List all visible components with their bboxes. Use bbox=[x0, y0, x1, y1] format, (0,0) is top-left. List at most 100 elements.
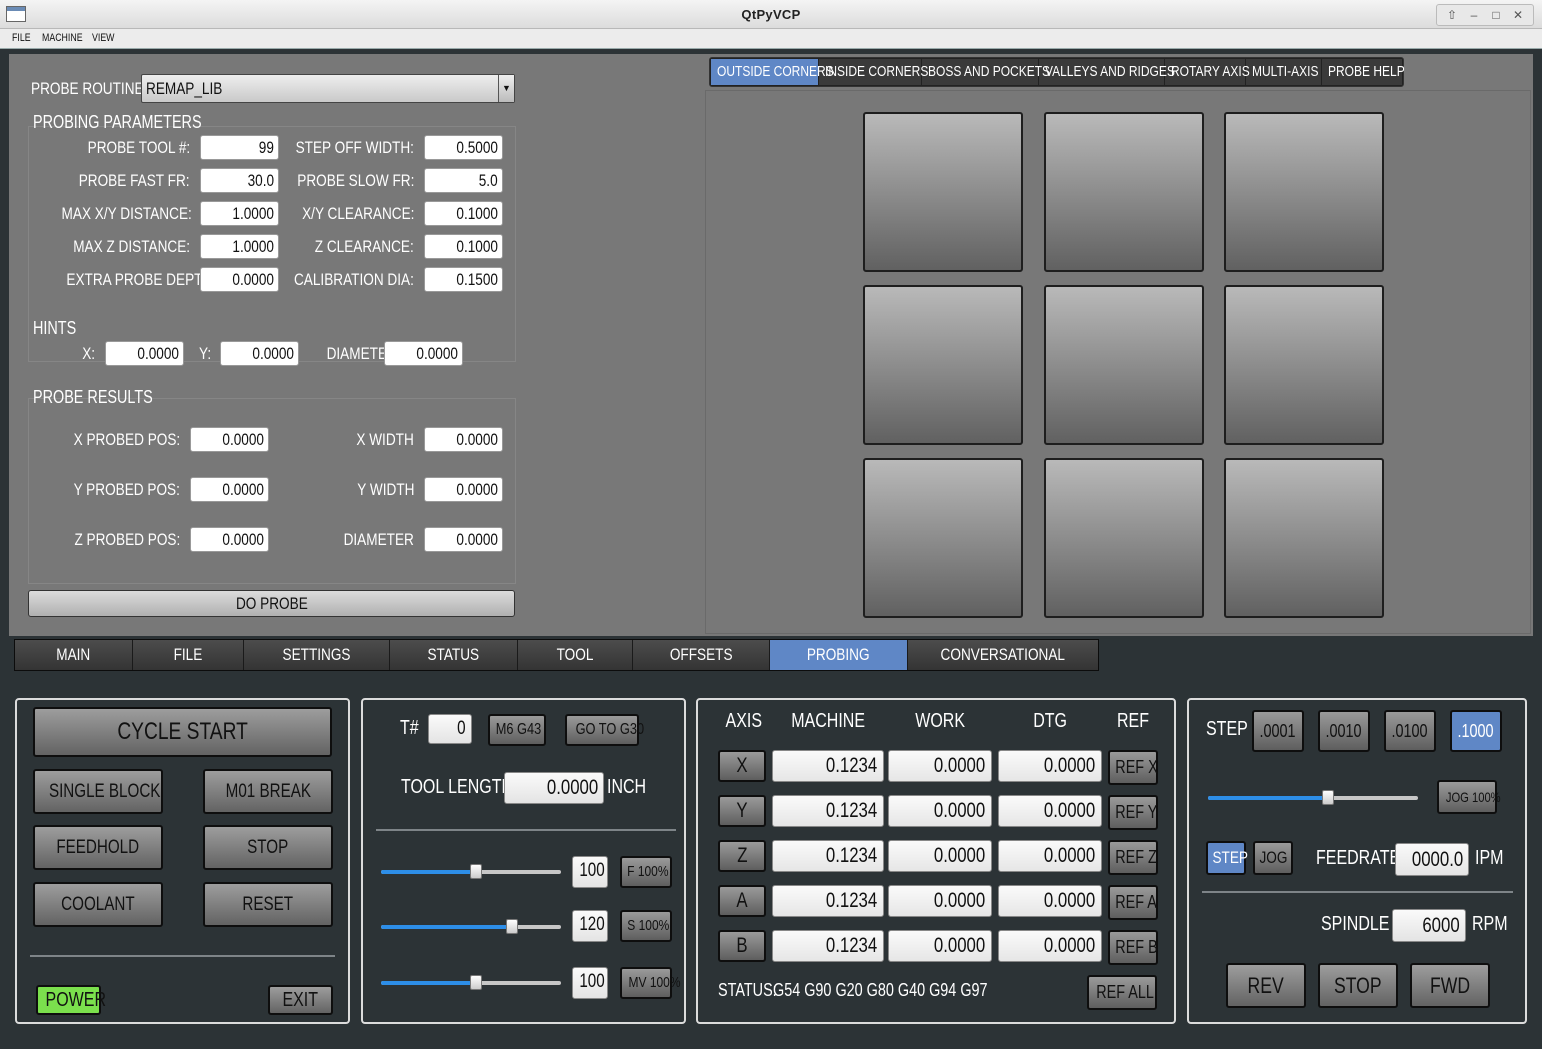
spindle-fwd-button[interactable]: FWD bbox=[1410, 963, 1490, 1008]
tab-rotary-axis[interactable]: ROTARY AXIS bbox=[1165, 59, 1250, 85]
tab-probing[interactable]: PROBING bbox=[770, 640, 908, 670]
step-off-width-field[interactable]: 0.5000 bbox=[424, 135, 503, 160]
probe-corner-button[interactable] bbox=[1224, 285, 1384, 445]
tab-file[interactable]: FILE bbox=[133, 640, 244, 670]
step-0100-button[interactable]: .0100 bbox=[1384, 710, 1436, 752]
slider-handle[interactable] bbox=[506, 919, 519, 934]
probe-corner-button[interactable] bbox=[1044, 285, 1204, 445]
tab-valleys-and-ridges[interactable]: VALLEYS AND RIDGES bbox=[1039, 59, 1175, 85]
probe-routine-select[interactable]: REMAP_LIB ▼ bbox=[141, 74, 515, 103]
jog-rate-slider[interactable] bbox=[1208, 790, 1418, 805]
mode-step-button[interactable]: STEP bbox=[1206, 841, 1248, 875]
work-b-value[interactable]: 0.0000 bbox=[888, 930, 992, 962]
maximize-icon[interactable]: □ bbox=[1485, 6, 1507, 24]
feedrate-unit: IPM bbox=[1475, 847, 1504, 869]
probe-corner-button[interactable] bbox=[863, 458, 1023, 618]
work-y-value[interactable]: 0.0000 bbox=[888, 795, 992, 827]
probe-corner-button[interactable] bbox=[863, 285, 1023, 445]
step-0001-button[interactable]: .0001 bbox=[1252, 710, 1304, 752]
ref-z-button[interactable]: REF Z bbox=[1108, 840, 1158, 875]
menu-machine[interactable]: MACHINE bbox=[42, 32, 83, 44]
feedrate-field[interactable]: 0000.0 bbox=[1395, 843, 1469, 876]
mode-jog-button[interactable]: JOG bbox=[1253, 841, 1293, 875]
result-label: X WIDTH bbox=[356, 430, 414, 449]
tab-inside-corners[interactable]: INSIDE CORNERS bbox=[819, 59, 928, 85]
param-label: MAX Z DISTANCE: bbox=[73, 237, 190, 256]
power-button[interactable]: POWER bbox=[36, 985, 106, 1015]
tab-tool[interactable]: TOOL bbox=[518, 640, 633, 670]
spindle-rpm-field[interactable]: 6000 bbox=[1392, 909, 1466, 942]
tab-status[interactable]: STATUS bbox=[390, 640, 518, 670]
slider-handle[interactable] bbox=[1321, 790, 1334, 805]
hint-diameter-field[interactable]: 0.0000 bbox=[384, 341, 463, 366]
work-a-value[interactable]: 0.0000 bbox=[888, 885, 992, 917]
tab-boss-and-pockets[interactable]: BOSS AND POCKETS bbox=[922, 59, 1050, 85]
m01-break-button[interactable]: M01 BREAK bbox=[203, 769, 333, 814]
tool-number-field[interactable]: 0 bbox=[428, 714, 472, 744]
param-label: PROBE SLOW FR: bbox=[296, 171, 414, 190]
stop-button[interactable]: STOP bbox=[203, 825, 333, 870]
ref-a-button[interactable]: REF A bbox=[1108, 885, 1158, 920]
menu-file[interactable]: FILE bbox=[12, 32, 31, 44]
tab-offsets[interactable]: OFFSETS bbox=[633, 640, 770, 670]
probe-corner-button[interactable] bbox=[1044, 458, 1204, 618]
probe-results-title: PROBE RESULTS bbox=[33, 387, 153, 407]
max-velocity-slider[interactable] bbox=[381, 975, 561, 990]
hint-y-field[interactable]: 0.0000 bbox=[220, 341, 299, 366]
probe-slow-fr-field[interactable]: 5.0 bbox=[424, 168, 503, 193]
close-icon[interactable]: ✕ bbox=[1507, 6, 1529, 24]
spindle-rev-button[interactable]: REV bbox=[1226, 963, 1306, 1008]
probe-corner-button[interactable] bbox=[1224, 458, 1384, 618]
calibration-dia-field[interactable]: 0.1500 bbox=[424, 267, 503, 292]
tab-outside-corners[interactable]: OUTSIDE CORNERS bbox=[711, 59, 834, 85]
probe-corner-button[interactable] bbox=[1044, 112, 1204, 272]
tab-main[interactable]: MAIN bbox=[15, 640, 133, 670]
step-0010-button[interactable]: .0010 bbox=[1318, 710, 1370, 752]
hint-x-field[interactable]: 0.0000 bbox=[105, 341, 184, 366]
coolant-button[interactable]: COOLANT bbox=[33, 882, 163, 927]
spindle-stop-button[interactable]: STOP bbox=[1318, 963, 1398, 1008]
cycle-start-button[interactable]: CYCLE START bbox=[33, 707, 332, 757]
slider-handle[interactable] bbox=[470, 864, 483, 879]
single-block-button[interactable]: SINGLE BLOCK bbox=[33, 769, 163, 814]
work-z-value[interactable]: 0.0000 bbox=[888, 840, 992, 872]
m6-g43-button[interactable]: M6 G43 bbox=[488, 714, 546, 746]
dro-header-ref: REF bbox=[1117, 710, 1149, 732]
tab-probe-help[interactable]: PROBE HELP bbox=[1322, 59, 1405, 85]
exit-button[interactable]: EXIT bbox=[268, 985, 333, 1015]
feed-override-slider[interactable] bbox=[381, 864, 561, 879]
ref-x-button[interactable]: REF X bbox=[1108, 750, 1158, 785]
feedhold-button[interactable]: FEEDHOLD bbox=[33, 825, 163, 870]
goto-g30-button[interactable]: GO TO G30 bbox=[565, 714, 644, 746]
chevron-down-icon[interactable]: ▼ bbox=[498, 75, 514, 102]
mv-100-button[interactable]: MV 100% bbox=[620, 967, 681, 999]
machine-controls-frame: CYCLE START SINGLE BLOCK M01 BREAK FEEDH… bbox=[15, 698, 350, 1024]
ref-b-button[interactable]: REF B bbox=[1108, 930, 1158, 965]
work-x-value[interactable]: 0.0000 bbox=[888, 750, 992, 782]
spindle-override-slider[interactable] bbox=[381, 919, 561, 934]
reset-button[interactable]: RESET bbox=[203, 882, 333, 927]
tool-length-field: 0.0000 bbox=[504, 772, 604, 804]
spindle-override-value: 120 bbox=[572, 910, 608, 942]
slider-handle[interactable] bbox=[470, 975, 483, 990]
probe-corner-button[interactable] bbox=[1224, 112, 1384, 272]
probing-panel: PROBE ROUTINE: REMAP_LIB ▼ PROBING PARAM… bbox=[9, 54, 1533, 636]
feed-100-button[interactable]: F 100% bbox=[620, 856, 672, 888]
ref-all-button[interactable]: REF ALL bbox=[1087, 975, 1157, 1010]
menu-view[interactable]: VIEW bbox=[92, 32, 115, 44]
step-1000-button[interactable]: .1000 bbox=[1450, 710, 1502, 752]
tab-multi-axis[interactable]: MULTI-AXIS bbox=[1246, 59, 1322, 85]
spindle-100-button[interactable]: S 100% bbox=[620, 910, 672, 942]
do-probe-button[interactable]: DO PROBE bbox=[28, 590, 515, 617]
ref-y-button[interactable]: REF Y bbox=[1108, 795, 1158, 830]
z-clearance-field[interactable]: 0.1000 bbox=[424, 234, 503, 259]
xy-clearance-field[interactable]: 0.1000 bbox=[424, 201, 503, 226]
tab-conversational[interactable]: CONVERSATIONAL bbox=[908, 640, 1098, 670]
tab-settings[interactable]: SETTINGS bbox=[244, 640, 390, 670]
minimize-icon[interactable]: – bbox=[1463, 6, 1485, 24]
jog-100-button[interactable]: JOG 100% bbox=[1437, 780, 1501, 814]
probe-corner-button[interactable] bbox=[863, 112, 1023, 272]
shade-icon[interactable]: ⇧ bbox=[1441, 6, 1463, 24]
dro-header-dtg: DTG bbox=[1033, 710, 1067, 732]
result-label: DIAMETER bbox=[343, 530, 414, 549]
